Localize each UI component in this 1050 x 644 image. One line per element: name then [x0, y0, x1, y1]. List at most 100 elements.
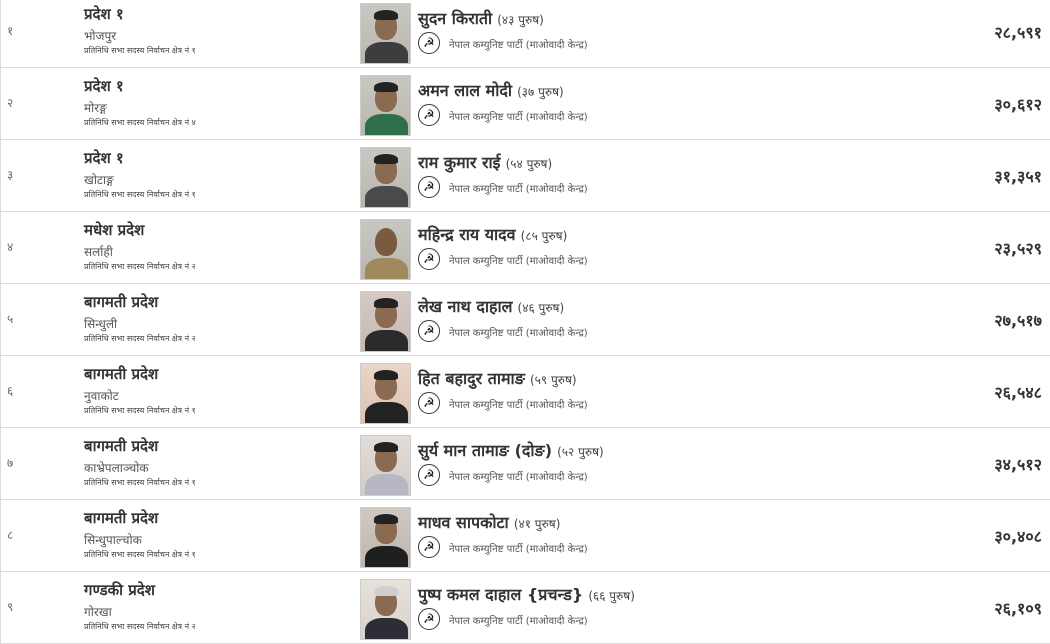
candidate-name-line: सुदन किराती (४३ पुरुष) — [418, 7, 544, 29]
candidate-age-gender: (५९ पुरुष) — [529, 373, 577, 387]
candidate-photo — [360, 435, 411, 496]
vote-count: २७,५१७ — [994, 311, 1042, 330]
candidate-name[interactable]: राम कुमार राई — [418, 153, 501, 172]
district-name: सिन्धुली — [84, 317, 118, 331]
table-row[interactable]: ७ बागमती प्रदेश काभ्रेपलाञ्चोक प्रतिनिधि… — [1, 428, 1050, 500]
candidate-name-line: लेख नाथ दाहाल (४६ पुरुष) — [418, 295, 564, 317]
candidate-photo — [360, 363, 411, 424]
hammer-sickle-icon: ☭ — [418, 608, 440, 630]
hammer-sickle-icon: ☭ — [418, 248, 440, 270]
table-row[interactable]: १ प्रदेश १ भोजपुर प्रतिनिधि सभा सदस्य नि… — [1, 0, 1050, 68]
party-name: नेपाल कम्युनिष्ट पार्टी (माओवादी केन्द्र… — [449, 472, 588, 483]
party-name: नेपाल कम्युनिष्ट पार्टी (माओवादी केन्द्र… — [449, 544, 588, 555]
constituency-label: प्रतिनिधि सभा सदस्य निर्वाचन क्षेत्र नं … — [84, 262, 196, 271]
candidate-photo — [360, 291, 411, 352]
candidate-age-gender: (६६ पुरुष) — [588, 589, 635, 603]
candidate-photo — [360, 579, 411, 640]
vote-count: २८,५९१ — [994, 23, 1042, 42]
candidate-photo — [360, 219, 411, 280]
candidate-name[interactable]: लेख नाथ दाहाल — [418, 297, 512, 316]
candidate-name[interactable]: सुर्य मान तामाङ (दोङ) — [418, 441, 552, 460]
serial-number: ५ — [7, 312, 14, 326]
district-name: सिन्धुपाल्चोक — [84, 533, 142, 547]
results-table: १ प्रदेश १ भोजपुर प्रतिनिधि सभा सदस्य नि… — [0, 0, 1050, 644]
candidate-name[interactable]: माधव सापकोटा — [418, 513, 509, 532]
candidate-name-line: हित बहादुर तामाङ (५९ पुरुष) — [418, 367, 577, 389]
candidate-name-line: माधव सापकोटा (४१ पुरुष) — [418, 511, 560, 533]
hammer-sickle-icon: ☭ — [418, 464, 440, 486]
serial-number: ६ — [7, 384, 14, 398]
serial-number: २ — [7, 96, 14, 110]
vote-count: २३,५२९ — [994, 239, 1042, 258]
table-row[interactable]: ३ प्रदेश १ खोटाङ्ग प्रतिनिधि सभा सदस्य न… — [1, 140, 1050, 212]
province-name: प्रदेश १ — [84, 149, 124, 167]
candidate-photo — [360, 75, 411, 136]
candidate-age-gender: (५४ पुरुष) — [505, 157, 553, 171]
candidate-age-gender: (५२ पुरुष) — [557, 445, 604, 459]
district-name: भोजपुर — [84, 29, 117, 43]
party-name: नेपाल कम्युनिष्ट पार्टी (माओवादी केन्द्र… — [449, 616, 588, 627]
province-name: बागमती प्रदेश — [84, 365, 159, 383]
candidate-photo — [360, 147, 411, 208]
province-name: प्रदेश १ — [84, 77, 124, 95]
table-row[interactable]: २ प्रदेश १ मोरङ्ग प्रतिनिधि सभा सदस्य नि… — [1, 68, 1050, 140]
candidate-name[interactable]: पुष्प कमल दाहाल {प्रचन्ड} — [418, 585, 583, 604]
province-name: गण्डकी प्रदेश — [84, 581, 155, 599]
province-name: बागमती प्रदेश — [84, 509, 159, 527]
constituency-label: प्रतिनिधि सभा सदस्य निर्वाचन क्षेत्र नं … — [84, 46, 196, 55]
table-row[interactable]: ६ बागमती प्रदेश नुवाकोट प्रतिनिधि सभा सद… — [1, 356, 1050, 428]
candidate-name-line: पुष्प कमल दाहाल {प्रचन्ड} (६६ पुरुष) — [418, 583, 635, 605]
serial-number: ३ — [7, 168, 14, 182]
constituency-label: प्रतिनिधि सभा सदस्य निर्वाचन क्षेत्र नं … — [84, 406, 196, 415]
vote-count: ३०,४०८ — [994, 527, 1042, 546]
candidate-name[interactable]: महिन्द्र राय यादव — [418, 225, 516, 244]
district-name: काभ्रेपलाञ्चोक — [84, 461, 149, 475]
hammer-sickle-icon: ☭ — [418, 176, 440, 198]
hammer-sickle-icon: ☭ — [418, 536, 440, 558]
hammer-sickle-icon: ☭ — [418, 392, 440, 414]
candidate-age-gender: (८५ पुरुष) — [520, 229, 568, 243]
district-name: खोटाङ्ग — [84, 173, 114, 187]
table-row[interactable]: ४ मधेश प्रदेश सर्लाही प्रतिनिधि सभा सदस्… — [1, 212, 1050, 284]
serial-number: ९ — [7, 600, 14, 614]
table-row[interactable]: ८ बागमती प्रदेश सिन्धुपाल्चोक प्रतिनिधि … — [1, 500, 1050, 572]
hammer-sickle-icon: ☭ — [418, 32, 440, 54]
serial-number: ८ — [7, 528, 14, 542]
province-name: मधेश प्रदेश — [84, 221, 145, 239]
vote-count: ३१,३५१ — [994, 167, 1042, 186]
table-row[interactable]: ५ बागमती प्रदेश सिन्धुली प्रतिनिधि सभा स… — [1, 284, 1050, 356]
constituency-label: प्रतिनिधि सभा सदस्य निर्वाचन क्षेत्र नं … — [84, 118, 196, 127]
serial-number: ७ — [7, 456, 14, 470]
constituency-label: प्रतिनिधि सभा सदस्य निर्वाचन क्षेत्र नं … — [84, 334, 196, 343]
vote-count: २६,१०९ — [994, 599, 1042, 618]
candidate-name-line: अमन लाल मोदी (३७ पुरुष) — [418, 79, 564, 101]
province-name: प्रदेश १ — [84, 5, 124, 23]
table-row[interactable]: ९ गण्डकी प्रदेश गोरखा प्रतिनिधि सभा सदस्… — [1, 572, 1050, 644]
party-name: नेपाल कम्युनिष्ट पार्टी (माओवादी केन्द्र… — [449, 112, 588, 123]
hammer-sickle-icon: ☭ — [418, 320, 440, 342]
district-name: नुवाकोट — [84, 389, 119, 403]
constituency-label: प्रतिनिधि सभा सदस्य निर्वाचन क्षेत्र नं … — [84, 478, 196, 487]
party-name: नेपाल कम्युनिष्ट पार्टी (माओवादी केन्द्र… — [449, 328, 588, 339]
vote-count: ३४,५१२ — [994, 455, 1042, 474]
candidate-name[interactable]: हित बहादुर तामाङ — [418, 369, 525, 388]
candidate-photo — [360, 3, 411, 64]
candidate-name-line: सुर्य मान तामाङ (दोङ) (५२ पुरुष) — [418, 439, 604, 461]
party-name: नेपाल कम्युनिष्ट पार्टी (माओवादी केन्द्र… — [449, 184, 588, 195]
candidate-name[interactable]: अमन लाल मोदी — [418, 81, 512, 100]
constituency-label: प्रतिनिधि सभा सदस्य निर्वाचन क्षेत्र नं … — [84, 622, 196, 631]
candidate-age-gender: (४३ पुरुष) — [497, 13, 544, 27]
constituency-label: प्रतिनिधि सभा सदस्य निर्वाचन क्षेत्र नं … — [84, 190, 196, 199]
party-name: नेपाल कम्युनिष्ट पार्टी (माओवादी केन्द्र… — [449, 256, 588, 267]
candidate-photo — [360, 507, 411, 568]
province-name: बागमती प्रदेश — [84, 293, 159, 311]
province-name: बागमती प्रदेश — [84, 437, 159, 455]
candidate-age-gender: (४६ पुरुष) — [517, 301, 565, 315]
candidate-name-line: राम कुमार राई (५४ पुरुष) — [418, 151, 552, 173]
vote-count: २६,५४८ — [994, 383, 1042, 402]
vote-count: ३०,६१२ — [994, 95, 1042, 114]
district-name: गोरखा — [84, 605, 112, 619]
district-name: मोरङ्ग — [84, 101, 107, 115]
serial-number: १ — [7, 24, 14, 38]
candidate-name[interactable]: सुदन किराती — [418, 9, 492, 28]
